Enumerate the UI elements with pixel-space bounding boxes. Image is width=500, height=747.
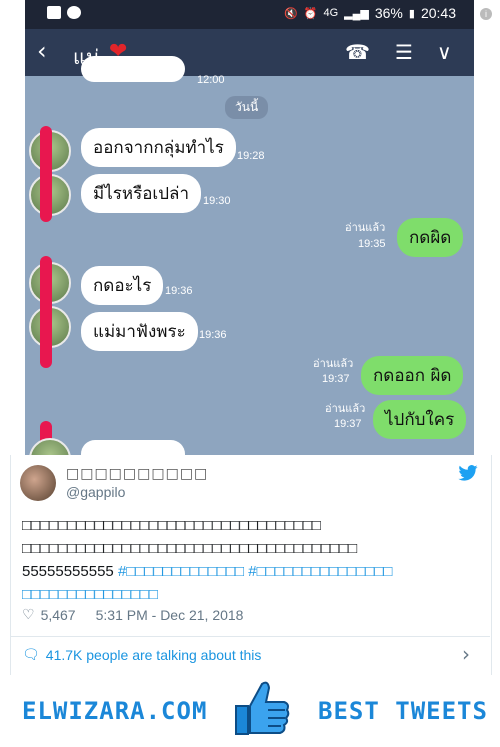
- status-bar: 🔇 ⏰ 4G ▂▄▆ 36% ▮ 20:43: [25, 0, 474, 29]
- gallery-icon: [47, 6, 61, 19]
- message-time: 19:35: [358, 238, 386, 250]
- hashtag-link[interactable]: #□□□□□□□□□□□□□: [118, 563, 244, 580]
- redaction-scribble: [40, 126, 52, 222]
- battery-percent: 36%: [374, 5, 403, 21]
- chat-screenshot: 🔇 ⏰ 4G ▂▄▆ 36% ▮ 20:43 ‹ แม่ ❤ ☎ ☰ ∨ 12:…: [25, 0, 474, 455]
- message-bubble: [81, 56, 185, 82]
- message-bubble: ไปกับใคร: [373, 400, 467, 439]
- conversation-label: 41.7K people are talking about this: [45, 646, 262, 663]
- message-time: 19:30: [203, 195, 231, 207]
- signal-icon: ▂▄▆: [344, 7, 369, 20]
- phone-icon[interactable]: ☎: [345, 40, 370, 64]
- author-avatar[interactable]: [20, 465, 56, 501]
- hashtag-link[interactable]: #□□□□□□□□□□□□□□□: [248, 563, 392, 580]
- message-time: 19:37: [322, 373, 350, 385]
- alarm-icon: ⏰: [303, 7, 318, 20]
- tweet-text-number: 55555555555: [22, 563, 114, 580]
- read-receipt: อ่านแล้ว: [345, 222, 386, 234]
- heart-outline-icon[interactable]: ♡: [22, 606, 35, 623]
- network-label: 4G: [323, 7, 339, 19]
- redaction-scribble: [40, 256, 52, 368]
- chevron-right-icon[interactable]: ›: [462, 642, 470, 666]
- tweet-timestamp[interactable]: 5:31 PM - Dec 21, 2018: [96, 607, 244, 623]
- message-bubble: กดอะไร: [81, 266, 164, 305]
- message-bubble: [81, 440, 185, 455]
- like-count[interactable]: 5,467: [41, 607, 76, 623]
- conversation-link[interactable]: 🗨 41.7K people are talking about this: [22, 646, 261, 663]
- hashtag-link[interactable]: □□□□□□□□□□□□□□□: [22, 583, 478, 606]
- message-time: 19:36: [199, 329, 227, 341]
- tweet-text-line: □□□□□□□□□□□□□□□□□□□□□□□□□□□□□□□□□: [22, 517, 321, 534]
- message-time: 19:37: [334, 418, 362, 430]
- brand-text: ELWIZARA.COM: [22, 697, 208, 725]
- read-receipt: อ่านแล้ว: [325, 403, 366, 415]
- clock: 20:43: [420, 5, 456, 21]
- twitter-bird-icon[interactable]: [458, 465, 478, 481]
- avatar[interactable]: [29, 438, 71, 455]
- tagline-text: BEST TWEETS: [318, 697, 488, 725]
- message-bubble: ออกจากกลุ่มทำไร: [81, 128, 236, 167]
- comment-bubble-icon: 🗨: [22, 646, 40, 662]
- back-arrow-icon[interactable]: ‹: [37, 38, 47, 64]
- mute-icon: 🔇: [284, 7, 298, 20]
- message-time: 19:28: [237, 150, 265, 162]
- author-name[interactable]: □□□□□□□□□□: [66, 466, 208, 482]
- message-bubble: กดผิด: [397, 218, 464, 257]
- message-bubble: มีไรหรือเปล่า: [81, 174, 201, 213]
- divider: [10, 636, 490, 637]
- message-bubble: แม่มาฟังพระ: [81, 312, 198, 351]
- message-time: 19:36: [165, 285, 193, 297]
- chevron-down-icon[interactable]: ∨: [437, 40, 452, 64]
- tweet-text: □□□□□□□□□□□□□□□□□□□□□□□□□□□□□□□□□ □□□□□□…: [22, 514, 478, 606]
- author-handle[interactable]: @gappilo: [66, 484, 125, 500]
- battery-icon: ▮: [408, 7, 415, 20]
- messenger-icon: [67, 6, 81, 19]
- thumbs-up-icon: [228, 678, 292, 740]
- message-time: 12:00: [197, 74, 225, 86]
- info-icon[interactable]: i: [480, 8, 492, 20]
- tweet-meta: ♡ 5,467 5:31 PM - Dec 21, 2018: [22, 606, 243, 623]
- notes-icon[interactable]: ☰: [395, 40, 413, 64]
- date-separator: วันนี้: [225, 96, 269, 119]
- message-bubble: กดออก ผิด: [361, 356, 464, 395]
- chat-area: 12:00 วันนี้ ออกจากกลุ่มทำไร 19:28 มีไรห…: [25, 56, 474, 455]
- tweet-text-line: □□□□□□□□□□□□□□□□□□□□□□□□□□□□□□□□□□□□□: [22, 540, 358, 557]
- read-receipt: อ่านแล้ว: [313, 358, 354, 370]
